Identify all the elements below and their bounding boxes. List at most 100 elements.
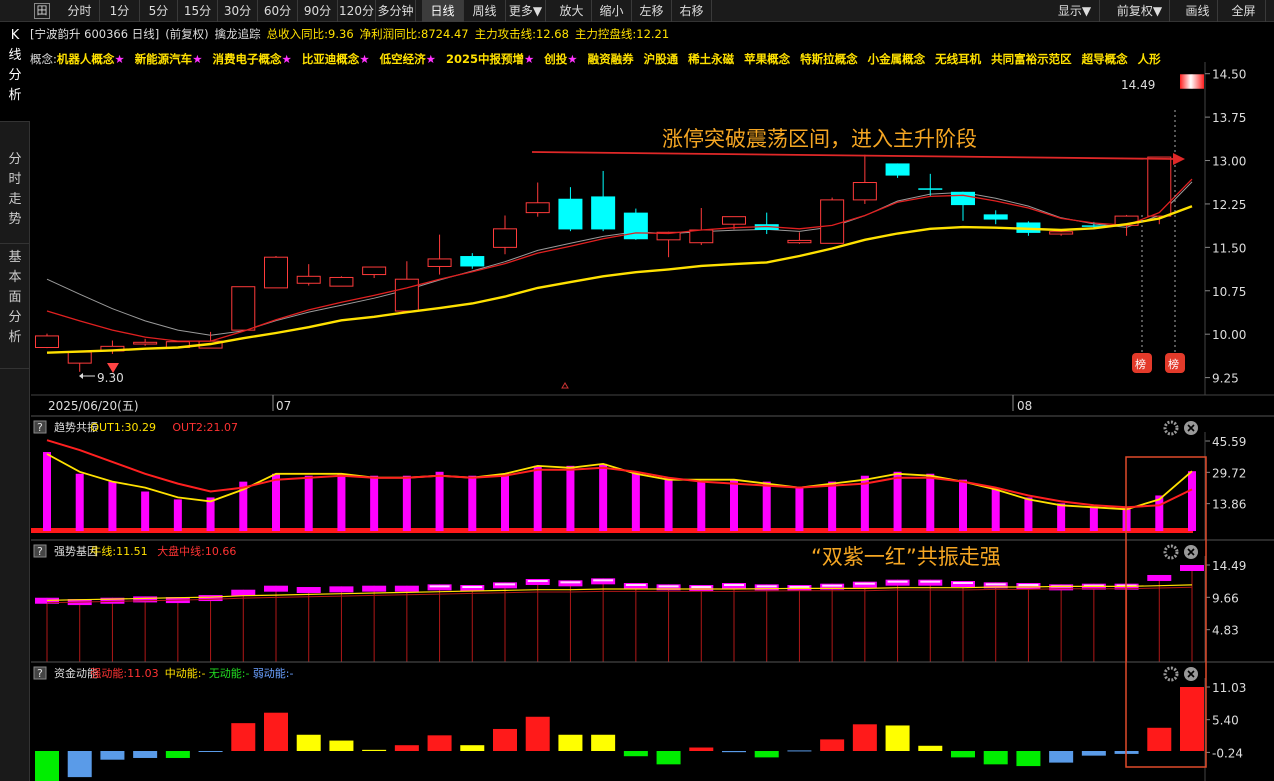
panel3-bar bbox=[427, 735, 452, 751]
panel2-block-highlight bbox=[854, 582, 875, 585]
panel2-block bbox=[198, 595, 223, 602]
candle-body bbox=[722, 216, 746, 225]
panel3-bar bbox=[820, 739, 845, 751]
panel3-bar bbox=[264, 712, 288, 751]
panel3-bar bbox=[1180, 687, 1204, 751]
panel3-bar bbox=[689, 747, 714, 751]
panel2-gear-icon[interactable] bbox=[1163, 544, 1179, 560]
panel2-block bbox=[362, 585, 387, 592]
panel2-block-highlight bbox=[527, 579, 548, 582]
panel2-block-highlight bbox=[887, 580, 908, 583]
panel2-block bbox=[133, 596, 158, 603]
panel3-bar bbox=[951, 751, 975, 758]
panel3-tick-label: 11.03 bbox=[1212, 681, 1246, 695]
candle-body bbox=[296, 275, 321, 284]
date-label: 07 bbox=[276, 399, 291, 413]
panel2-block-highlight bbox=[789, 586, 810, 589]
candle-body bbox=[264, 256, 288, 289]
candle-body bbox=[787, 239, 812, 244]
panel2-block-highlight bbox=[658, 585, 679, 588]
panel1-bar bbox=[893, 471, 902, 531]
panel1-bar bbox=[173, 499, 182, 531]
panel2-block-highlight bbox=[462, 586, 483, 589]
panel1-bar bbox=[1188, 471, 1196, 531]
candle-body bbox=[35, 335, 59, 348]
price-tick-label: 11.50 bbox=[1212, 241, 1246, 255]
candle-body bbox=[460, 256, 485, 267]
panel2-block-highlight bbox=[756, 585, 777, 588]
price-tick-label: 13.00 bbox=[1212, 155, 1246, 169]
panel3-bar bbox=[493, 728, 517, 751]
breakout-annotation: 涨停突破震荡区间，进入主升阶段 bbox=[662, 127, 977, 151]
panel2-block-highlight bbox=[724, 584, 744, 587]
bang-badge-label: 榜 bbox=[1135, 357, 1146, 371]
candle-body bbox=[591, 196, 616, 230]
panel1-bar bbox=[501, 473, 509, 531]
candle-body bbox=[623, 212, 648, 240]
panel1-bar bbox=[631, 471, 640, 531]
panel3-bar bbox=[296, 734, 321, 751]
panel1-bar bbox=[141, 491, 150, 531]
price-tick-label: 13.75 bbox=[1212, 111, 1246, 125]
panel1-bar bbox=[991, 487, 1000, 531]
panel1-bar bbox=[959, 479, 967, 531]
panel3-weak: 弱动能:- bbox=[253, 666, 294, 680]
panel1-yellow-line bbox=[46, 453, 1193, 511]
candle-body bbox=[67, 351, 92, 364]
panel2-block-highlight bbox=[822, 584, 843, 587]
panel3-bar bbox=[100, 751, 125, 760]
panel3-tick-label: 5.40 bbox=[1212, 714, 1239, 728]
price-tick-label: 10.75 bbox=[1212, 285, 1246, 299]
panel2-block bbox=[296, 587, 321, 594]
panel1-bar bbox=[697, 481, 706, 531]
panel2-block-highlight bbox=[691, 586, 712, 589]
candle-body bbox=[133, 341, 158, 345]
panel1-bar bbox=[926, 473, 935, 531]
panel1-bar bbox=[1057, 503, 1066, 531]
bang-badge-label: 榜 bbox=[1168, 357, 1179, 371]
candle-body bbox=[1147, 156, 1172, 217]
panel3-bar bbox=[460, 745, 485, 751]
ma-yellow-line bbox=[46, 205, 1193, 354]
panel3-bar bbox=[394, 745, 419, 751]
panel1-gear-icon[interactable] bbox=[1163, 420, 1179, 436]
candle-body bbox=[885, 163, 910, 176]
breakout-arrow-line bbox=[531, 151, 1176, 160]
chart-area[interactable]: 14.50 13.75 13.00 12.25 11.50 10.75 10.00 9.25 2… bbox=[0, 0, 1274, 781]
panel2-block bbox=[264, 585, 288, 592]
panel2-block bbox=[329, 586, 354, 593]
candle-body bbox=[1049, 231, 1074, 235]
panel3-bar bbox=[362, 749, 387, 751]
panel1-bar bbox=[435, 471, 444, 531]
panel3-bar bbox=[656, 751, 681, 765]
panel3-bar bbox=[525, 716, 550, 751]
panel1-bar bbox=[206, 497, 215, 531]
panel2-tick-label: 14.49 bbox=[1212, 559, 1246, 573]
candle-body bbox=[231, 286, 256, 331]
candle-body bbox=[820, 199, 845, 244]
ma-gray-line bbox=[46, 181, 1193, 336]
panel2-tick-label: 4.83 bbox=[1212, 624, 1239, 638]
panel3-bar bbox=[198, 751, 223, 752]
panel3-bar bbox=[558, 734, 583, 751]
panel3-bar bbox=[1081, 751, 1106, 756]
candle-body bbox=[951, 191, 975, 206]
candle-body bbox=[362, 266, 387, 276]
panel3-gear-icon[interactable] bbox=[1163, 666, 1179, 682]
panel1-bar bbox=[108, 481, 117, 531]
candle-body bbox=[983, 214, 1008, 220]
panel3-bar bbox=[133, 751, 158, 758]
panel2-dapan: 大盘中线:10.66 bbox=[157, 544, 236, 558]
low-price-arrow bbox=[79, 373, 83, 379]
panel1-bar bbox=[43, 452, 51, 531]
panel2-block bbox=[394, 585, 419, 592]
panel2-block-highlight bbox=[560, 581, 581, 584]
price-tick-label: 9.25 bbox=[1212, 372, 1239, 386]
panel2-block-highlight bbox=[429, 585, 450, 588]
panel3-bar bbox=[885, 725, 910, 751]
price-tick-label: 10.00 bbox=[1212, 328, 1246, 342]
low-price-label: 9.30 bbox=[97, 371, 124, 385]
panel3-bar bbox=[754, 751, 779, 758]
panel1-bar bbox=[1024, 497, 1033, 531]
panel3-bar bbox=[329, 740, 354, 751]
